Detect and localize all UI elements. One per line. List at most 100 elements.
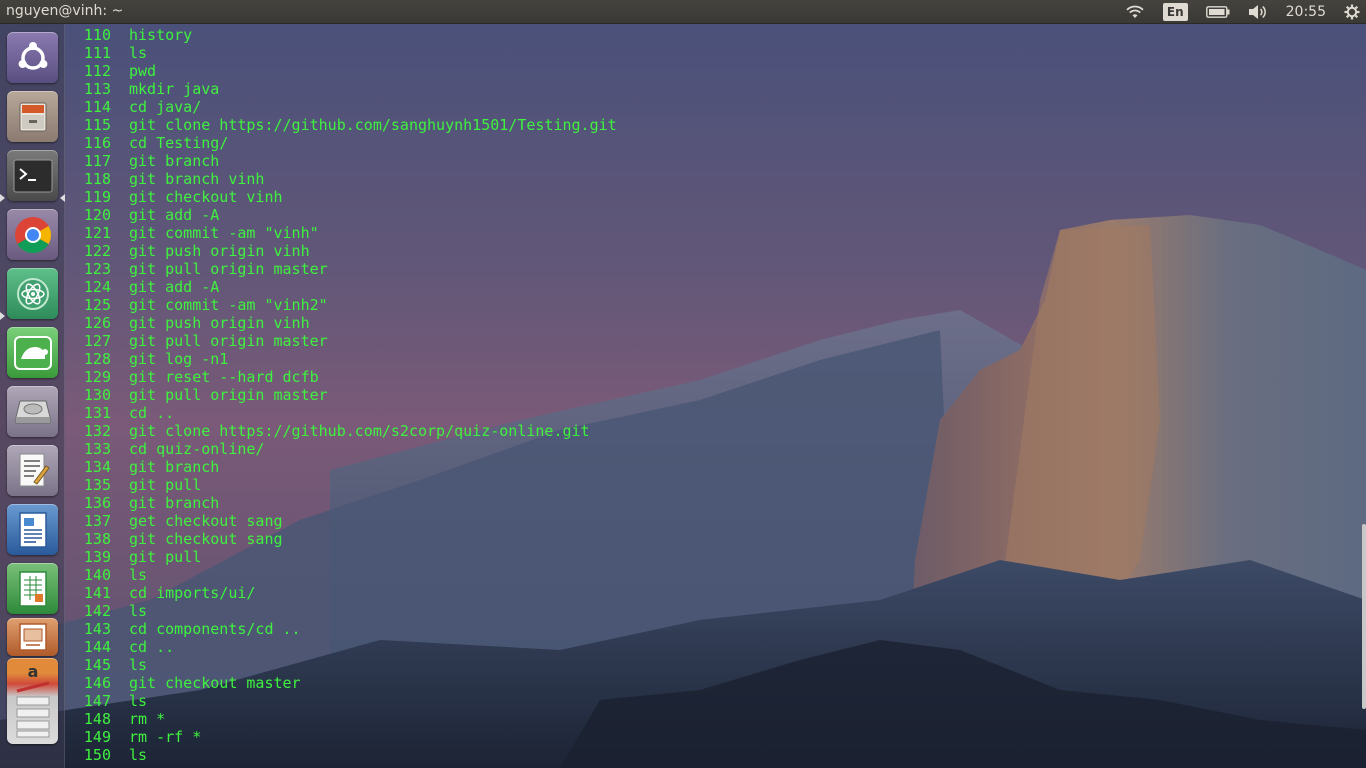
history-command: git add -A xyxy=(129,206,220,224)
history-command: get checkout sang xyxy=(129,512,283,530)
command-history-list: 110 history 111 ls 112 pwd 113 mkdir java 114 cd … xyxy=(66,26,617,764)
history-line-number: 135 xyxy=(83,476,111,494)
history-line: 150 ls xyxy=(66,746,617,764)
history-command: history xyxy=(129,26,193,44)
indicator-area: En 20:55 xyxy=(1116,0,1366,24)
history-command: git clone https://github.com/s2corp/quiz… xyxy=(129,422,590,440)
terminal-window[interactable]: 110 history 111 ls 112 pwd 113 mkdir java 114 cd … xyxy=(66,24,1366,768)
calc-launcher-button[interactable] xyxy=(7,563,58,614)
history-line: 122 git push origin vinh xyxy=(66,242,617,260)
history-line-number: 133 xyxy=(83,440,111,458)
history-command: pwd xyxy=(129,62,157,80)
window-title: nguyen@vinh: ~ xyxy=(6,3,124,19)
green-app-launcher-button[interactable] xyxy=(7,327,58,378)
terminal-launcher-button[interactable] xyxy=(7,150,58,201)
history-command: rm * xyxy=(129,710,166,728)
history-command: git push origin vinh xyxy=(129,314,310,332)
history-line: 131 cd .. xyxy=(66,404,617,422)
history-command: ls xyxy=(129,602,148,620)
writer-launcher-button[interactable] xyxy=(7,504,58,555)
history-line: 117 git branch xyxy=(66,152,617,170)
history-line-number: 128 xyxy=(83,350,111,368)
history-line: 113 mkdir java xyxy=(66,80,617,98)
wifi-icon[interactable] xyxy=(1125,0,1145,24)
file-cabinet-icon xyxy=(19,102,46,131)
history-line: 120 git add -A xyxy=(66,206,617,224)
files-launcher-button[interactable] xyxy=(7,91,58,142)
history-line: 111 ls xyxy=(66,44,617,62)
history-line-number: 122 xyxy=(83,242,111,260)
history-line: 138 git checkout sang xyxy=(66,530,617,548)
history-line: 114 cd java/ xyxy=(66,98,617,116)
history-command: git checkout sang xyxy=(129,530,283,548)
history-line-number: 141 xyxy=(83,584,111,602)
history-command: git checkout master xyxy=(129,674,301,692)
history-line: 121 git commit -am "vinh" xyxy=(66,224,617,242)
history-line: 141 cd imports/ui/ xyxy=(66,584,617,602)
history-line: 127 git pull origin master xyxy=(66,332,617,350)
stacked-launcher-items[interactable]: a xyxy=(7,658,58,744)
history-line-number: 115 xyxy=(83,116,111,134)
history-command: git reset --hard dcfb xyxy=(129,368,319,386)
history-command: git pull origin master xyxy=(129,386,328,404)
history-command: git branch vinh xyxy=(129,170,265,188)
history-command: ls xyxy=(129,746,148,764)
history-line: 126 git push origin vinh xyxy=(66,314,617,332)
atom-icon xyxy=(16,277,49,310)
history-command: ls xyxy=(129,692,148,710)
history-line: 116 cd Testing/ xyxy=(66,134,617,152)
presentation-icon xyxy=(18,623,47,651)
history-line-number: 146 xyxy=(83,674,111,692)
battery-icon[interactable] xyxy=(1205,0,1230,24)
chrome-icon xyxy=(14,216,51,253)
history-command: git commit -am "vinh2" xyxy=(129,296,328,314)
history-line-number: 113 xyxy=(83,80,111,98)
history-line: 128 git log -n1 xyxy=(66,350,617,368)
history-command: git pull origin master xyxy=(129,260,328,278)
dash-home-button[interactable] xyxy=(7,32,58,83)
impress-launcher-button[interactable] xyxy=(7,618,58,656)
history-line-number: 147 xyxy=(83,692,111,710)
history-command: rm -rf * xyxy=(129,728,202,746)
history-command: git branch xyxy=(129,458,220,476)
history-command: cd components/cd .. xyxy=(129,620,301,638)
history-line: 145 ls xyxy=(66,656,617,674)
gear-icon[interactable] xyxy=(1344,0,1360,24)
history-command: git pull origin master xyxy=(129,332,328,350)
history-command: mkdir java xyxy=(129,80,220,98)
turtle-icon xyxy=(13,335,52,370)
clock[interactable]: 20:55 xyxy=(1286,0,1326,24)
history-command: ls xyxy=(129,656,148,674)
history-line: 124 git add -A xyxy=(66,278,617,296)
history-line: 110 history xyxy=(66,26,617,44)
history-command: ls xyxy=(129,566,148,584)
history-line: 134 git branch xyxy=(66,458,617,476)
history-command: cd Testing/ xyxy=(129,134,229,152)
volume-icon[interactable] xyxy=(1248,0,1268,24)
history-line: 125 git commit -am "vinh2" xyxy=(66,296,617,314)
history-line: 118 git branch vinh xyxy=(66,170,617,188)
history-command: git add -A xyxy=(129,278,220,296)
history-line-number: 150 xyxy=(83,746,111,764)
scrollbar-thumb[interactable] xyxy=(1362,524,1366,709)
history-line-number: 131 xyxy=(83,404,111,422)
history-line: 130 git pull origin master xyxy=(66,386,617,404)
text-editor-launcher-button[interactable] xyxy=(7,445,58,496)
history-line-number: 139 xyxy=(83,548,111,566)
history-line-number: 120 xyxy=(83,206,111,224)
clock-label: 20:55 xyxy=(1285,4,1326,20)
history-line-number: 142 xyxy=(83,602,111,620)
history-command: git checkout vinh xyxy=(129,188,283,206)
history-line-number: 134 xyxy=(83,458,111,476)
disk-launcher-button[interactable] xyxy=(7,386,58,437)
history-line-number: 112 xyxy=(83,62,111,80)
history-command: cd .. xyxy=(129,638,175,656)
keyboard-layout-indicator[interactable]: En xyxy=(1162,0,1188,24)
atom-launcher-button[interactable] xyxy=(7,268,58,319)
chrome-launcher-button[interactable] xyxy=(7,209,58,260)
history-line-number: 123 xyxy=(83,260,111,278)
ubuntu-logo-icon xyxy=(18,41,47,70)
history-line: 129 git reset --hard dcfb xyxy=(66,368,617,386)
history-line-number: 116 xyxy=(83,134,111,152)
history-line: 119 git checkout vinh xyxy=(66,188,617,206)
